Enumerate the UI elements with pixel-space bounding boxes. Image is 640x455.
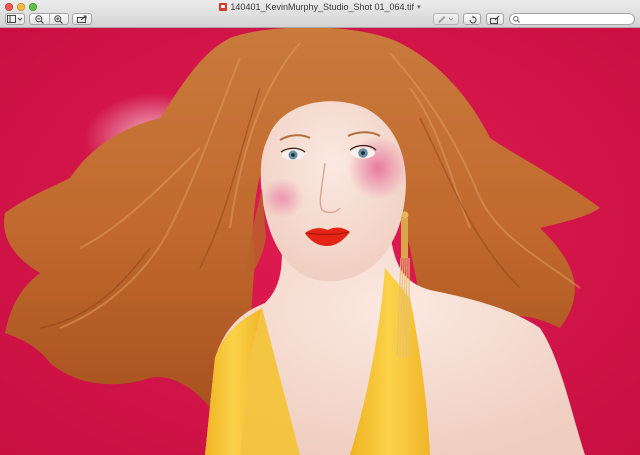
zoom-out-icon bbox=[35, 14, 44, 24]
zoom-button-group bbox=[29, 13, 69, 25]
rotate-icon bbox=[469, 15, 476, 23]
search-input[interactable] bbox=[520, 14, 623, 24]
zoom-in-icon bbox=[54, 14, 64, 24]
portrait-photo bbox=[0, 28, 640, 455]
edit-toolbar-button[interactable] bbox=[486, 13, 504, 25]
window-title-area[interactable]: 140401_KevinMurphy_Studio_Shot 01_064.ti… bbox=[0, 1, 640, 13]
toolbox-icon bbox=[490, 15, 500, 24]
zoom-in-button[interactable] bbox=[49, 14, 68, 24]
zoom-out-button[interactable] bbox=[30, 14, 49, 24]
pink-eye-shadow bbox=[348, 136, 408, 200]
sidebar-view-button[interactable] bbox=[5, 13, 25, 25]
search-icon bbox=[513, 15, 520, 23]
tiff-file-icon bbox=[219, 3, 228, 11]
search-field[interactable] bbox=[509, 13, 635, 25]
title-bar[interactable]: 140401_KevinMurphy_Studio_Shot 01_064.ti… bbox=[0, 0, 640, 28]
pen-icon bbox=[438, 16, 454, 23]
preview-window: 140401_KevinMurphy_Studio_Shot 01_064.ti… bbox=[0, 0, 640, 455]
share-icon bbox=[76, 15, 86, 23]
window-title: 140401_KevinMurphy_Studio_Shot 01_064.ti… bbox=[230, 2, 415, 12]
share-button[interactable] bbox=[72, 13, 92, 25]
chevron-down-icon[interactable]: ▾ bbox=[417, 3, 421, 11]
cheek-blush bbox=[260, 178, 304, 218]
image-canvas[interactable] bbox=[0, 28, 640, 455]
annotate-button[interactable] bbox=[433, 13, 459, 25]
rotate-button[interactable] bbox=[463, 13, 481, 25]
sidebar-icon bbox=[7, 15, 23, 23]
